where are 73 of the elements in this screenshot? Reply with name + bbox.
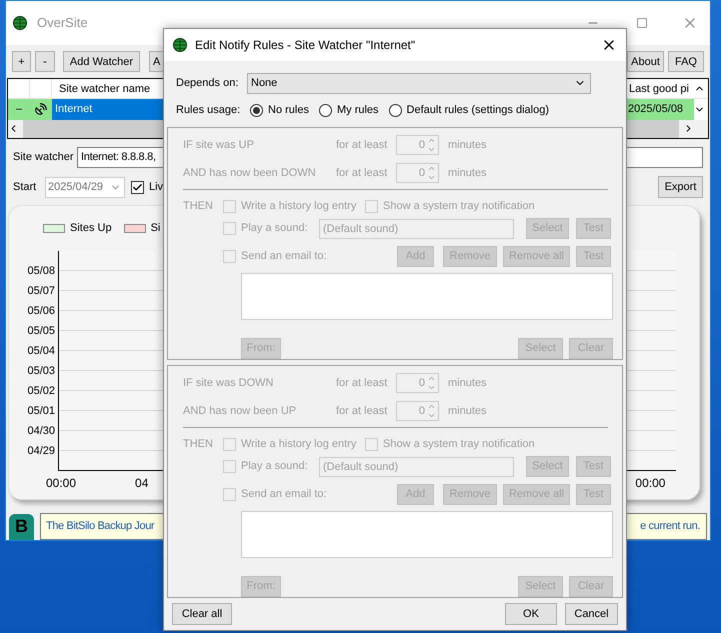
- satellite-dish-icon: [34, 102, 48, 116]
- checkbox-label: Play a sound:: [241, 221, 309, 236]
- toolbar-button[interactable]: -: [35, 51, 55, 72]
- checkbox-label: Play a sound:: [241, 459, 309, 474]
- axis-label: 05/08: [27, 264, 55, 279]
- field-label: Depends on:: [176, 76, 240, 91]
- toolbar-button[interactable]: +: [12, 51, 31, 72]
- logo-letter: B: [15, 515, 28, 538]
- radio-label[interactable]: No rules: [268, 102, 309, 118]
- axis-label: 05/01: [27, 404, 55, 419]
- axis-label: 05/06: [27, 304, 55, 319]
- axis-label: 00:00: [46, 474, 76, 492]
- maximize-icon[interactable]: [636, 16, 648, 29]
- unit-label: minutes: [448, 376, 487, 391]
- toolbar-button[interactable]: Add Watcher: [63, 51, 140, 72]
- then-label: THEN: [183, 436, 214, 452]
- radio-button[interactable]: [250, 104, 263, 116]
- table-cell: 2025/05/08: [624, 98, 694, 120]
- axis-label: 05/07: [27, 284, 55, 299]
- legend-label: Si: [150, 221, 160, 236]
- condition-label: IF site was DOWN: [183, 376, 274, 391]
- field-label: Start: [13, 180, 38, 195]
- date-picker[interactable]: 2025/04/29: [45, 176, 125, 198]
- radio-button[interactable]: [318, 104, 332, 116]
- globe-icon: [173, 38, 187, 52]
- axis-label: 05/03: [27, 364, 55, 379]
- then-label: THEN: [183, 198, 214, 214]
- column-header[interactable]: Site watcher name: [52, 78, 152, 98]
- news-text[interactable]: The BitSilo Backup Jour: [46, 518, 154, 535]
- window-title: OverSite: [37, 14, 88, 32]
- condition-label: for at least: [336, 166, 388, 181]
- dialog-button[interactable]: OK: [505, 603, 557, 625]
- condition-label: for at least: [336, 138, 388, 153]
- checkbox-label: Send an email to:: [241, 487, 328, 502]
- toolbar-button[interactable]: About: [627, 51, 664, 72]
- radio-label[interactable]: Default rules (settings dialog): [406, 102, 549, 118]
- unit-label: minutes: [448, 404, 487, 419]
- condition-label: for at least: [336, 404, 388, 419]
- unit-label: minutes: [448, 166, 487, 181]
- condition-label: AND has now been DOWN: [183, 166, 317, 181]
- checkbox-label: Show a system tray notification: [383, 198, 535, 214]
- clear-all-button[interactable]: Clear all: [172, 603, 232, 625]
- column-header[interactable]: Last good pi: [624, 78, 694, 98]
- condition-label: IF site was UP: [183, 138, 255, 153]
- radio-button[interactable]: [388, 104, 402, 116]
- dialog-title: Edit Notify Rules - Site Watcher "Internet": [195, 37, 416, 54]
- axis-label: 00:00: [635, 474, 666, 492]
- checkbox-label: Liv: [149, 180, 164, 195]
- radio-label[interactable]: My rules: [336, 102, 379, 118]
- condition-label: AND has now been UP: [183, 404, 298, 419]
- checkbox-label: Show a system tray notification: [383, 436, 535, 452]
- unit-label: minutes: [448, 138, 487, 153]
- checkbox-label: Send an email to:: [241, 249, 328, 264]
- checkbox-label: Write a history log entry: [241, 436, 358, 452]
- axis-label: 04/29: [27, 444, 55, 459]
- axis-label: 05/02: [27, 384, 55, 399]
- axis-label: 04/30: [27, 424, 55, 439]
- axis-label: 05/05: [27, 324, 55, 339]
- toolbar-button[interactable]: A: [149, 51, 164, 72]
- checkbox-label: Write a history log entry: [241, 198, 358, 214]
- toolbar-button[interactable]: FAQ: [668, 51, 704, 72]
- live-checkbox[interactable]: [131, 180, 144, 194]
- axis-label: 04: [135, 474, 148, 492]
- status-cell: –: [8, 98, 30, 120]
- field-label: Site watcher: [13, 150, 75, 165]
- export-button[interactable]: Export: [658, 176, 703, 198]
- depends-on-dropdown[interactable]: None: [247, 72, 591, 94]
- globe-icon: [13, 16, 27, 30]
- dialog-button[interactable]: Cancel: [565, 603, 618, 625]
- condition-label: for at least: [336, 376, 388, 391]
- axis-label: 05/04: [27, 344, 55, 359]
- legend-label: Sites Up: [70, 221, 112, 236]
- news-text[interactable]: e current run.: [640, 518, 700, 535]
